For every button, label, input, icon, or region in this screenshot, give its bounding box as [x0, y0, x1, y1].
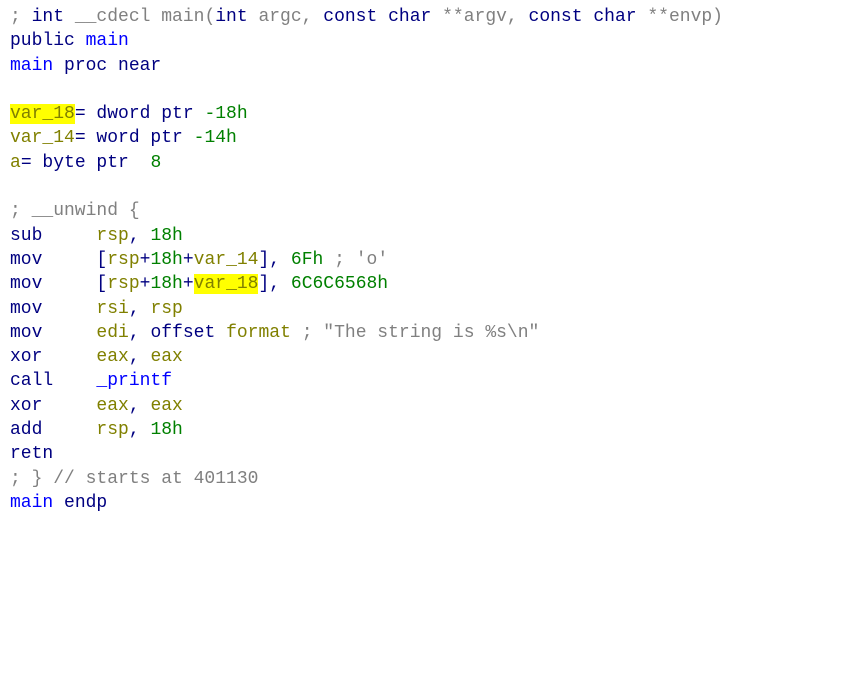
instr-sub: sub rsp, 18h	[10, 226, 183, 246]
rbrack2: ],	[258, 274, 290, 294]
sym-main: main	[86, 31, 129, 51]
comma3: ,	[129, 323, 151, 343]
fmt-sym[interactable]: format	[226, 323, 302, 343]
comma6: ,	[129, 420, 151, 440]
kw-char2: char	[583, 7, 637, 27]
mn-xor: xor	[10, 347, 96, 367]
imm-18h: 18h	[150, 226, 182, 246]
eax2: eax	[150, 347, 182, 367]
eq-byte: = byte ptr	[21, 153, 151, 173]
kw-near: near	[118, 56, 161, 76]
off-8: 8	[150, 153, 161, 173]
rsi: rsi	[96, 299, 128, 319]
rsp5: rsp	[96, 420, 128, 440]
rsp3: rsp	[107, 274, 139, 294]
argv: **argv,	[431, 7, 528, 27]
instr-xor2: xor eax, eax	[10, 396, 183, 416]
unwind-open: ; __unwind {	[10, 201, 140, 221]
eq-dword: = dword ptr	[75, 104, 205, 124]
comma2: ,	[129, 299, 151, 319]
sym-main2: main	[10, 56, 64, 76]
imm-18h2: 18h	[150, 250, 182, 270]
imm-18h3: 18h	[150, 274, 182, 294]
comma4: ,	[129, 347, 151, 367]
eax4: eax	[150, 396, 182, 416]
kw-int2: int	[215, 7, 247, 27]
cdecl: __cdecl	[64, 7, 161, 27]
kw-const2: const	[529, 7, 583, 27]
lbrack2: [	[96, 274, 107, 294]
eq-word: = word ptr	[75, 128, 194, 148]
rsp4: rsp	[150, 299, 182, 319]
instr-mov2: mov [rsp+18h+var_18], 6C6C6568h	[10, 274, 388, 294]
eax3: eax	[96, 396, 128, 416]
rsp: rsp	[96, 226, 128, 246]
a-def: a= byte ptr 8	[10, 153, 161, 173]
off-18h: -18h	[204, 104, 247, 124]
instr-mov4: mov edi, offset format ; "The string is …	[10, 323, 539, 343]
plus4: +	[183, 274, 194, 294]
imm-6fh: 6Fh	[291, 250, 334, 270]
instr-call: call _printf	[10, 371, 172, 391]
kw-endp: endp	[64, 493, 107, 513]
kw-proc: proc	[64, 56, 118, 76]
argc: argc,	[248, 7, 324, 27]
imm-hello: 6C6C6568h	[291, 274, 388, 294]
main-proc: main proc near	[10, 56, 161, 76]
plus2: +	[183, 250, 194, 270]
mn-retn: retn	[10, 444, 53, 464]
instr-add: add rsp, 18h	[10, 420, 183, 440]
kw-public: public	[10, 31, 86, 51]
disasm-listing: ; int __cdecl main(int argc, const char …	[10, 5, 849, 515]
var18-def: var_18= dword ptr -18h	[10, 104, 248, 124]
comment-line: ; int __cdecl main(int argc, const char …	[10, 7, 723, 27]
var14-name[interactable]: var_14	[10, 128, 75, 148]
kw-const: const	[323, 7, 377, 27]
mn-add: add	[10, 420, 96, 440]
eax: eax	[96, 347, 128, 367]
public-main: public main	[10, 31, 129, 51]
mn-mov3: mov	[10, 299, 96, 319]
off-14h: -14h	[194, 128, 237, 148]
plus3: +	[140, 274, 151, 294]
comma5: ,	[129, 396, 151, 416]
var18-ref[interactable]: var_18	[194, 274, 259, 294]
mn-sub: sub	[10, 226, 96, 246]
mn-call: call	[10, 371, 96, 391]
unwind-close: ; } // starts at 401130	[10, 469, 258, 489]
a-name[interactable]: a	[10, 153, 21, 173]
edi: edi	[96, 323, 128, 343]
comment-fmt: ; "The string is %s\n"	[302, 323, 540, 343]
instr-xor: xor eax, eax	[10, 347, 183, 367]
mn-mov4: mov	[10, 323, 96, 343]
mn-mov2: mov	[10, 274, 96, 294]
rbrack: ],	[258, 250, 290, 270]
envp: **envp)	[637, 7, 723, 27]
sym-main3: main	[10, 493, 64, 513]
semicolon: ;	[10, 7, 32, 27]
comma: ,	[129, 226, 151, 246]
plus: +	[140, 250, 151, 270]
lbrack: [	[96, 250, 107, 270]
instr-mov3: mov rsi, rsp	[10, 299, 183, 319]
instr-mov1: mov [rsp+18h+var_14], 6Fh ; 'o'	[10, 250, 388, 270]
mn-mov: mov	[10, 250, 96, 270]
kw-int: int	[32, 7, 64, 27]
main-endp: main endp	[10, 493, 107, 513]
var14-def: var_14= word ptr -14h	[10, 128, 237, 148]
comment-o: ; 'o'	[334, 250, 388, 270]
var18-name[interactable]: var_18	[10, 104, 75, 124]
mn-xor2: xor	[10, 396, 96, 416]
rsp2: rsp	[107, 250, 139, 270]
printf-sym[interactable]: _printf	[96, 371, 172, 391]
kw-char: char	[377, 7, 431, 27]
kw-offset: offset	[150, 323, 226, 343]
main-sig: main(	[161, 7, 215, 27]
var14-ref[interactable]: var_14	[194, 250, 259, 270]
imm-18h4: 18h	[150, 420, 182, 440]
